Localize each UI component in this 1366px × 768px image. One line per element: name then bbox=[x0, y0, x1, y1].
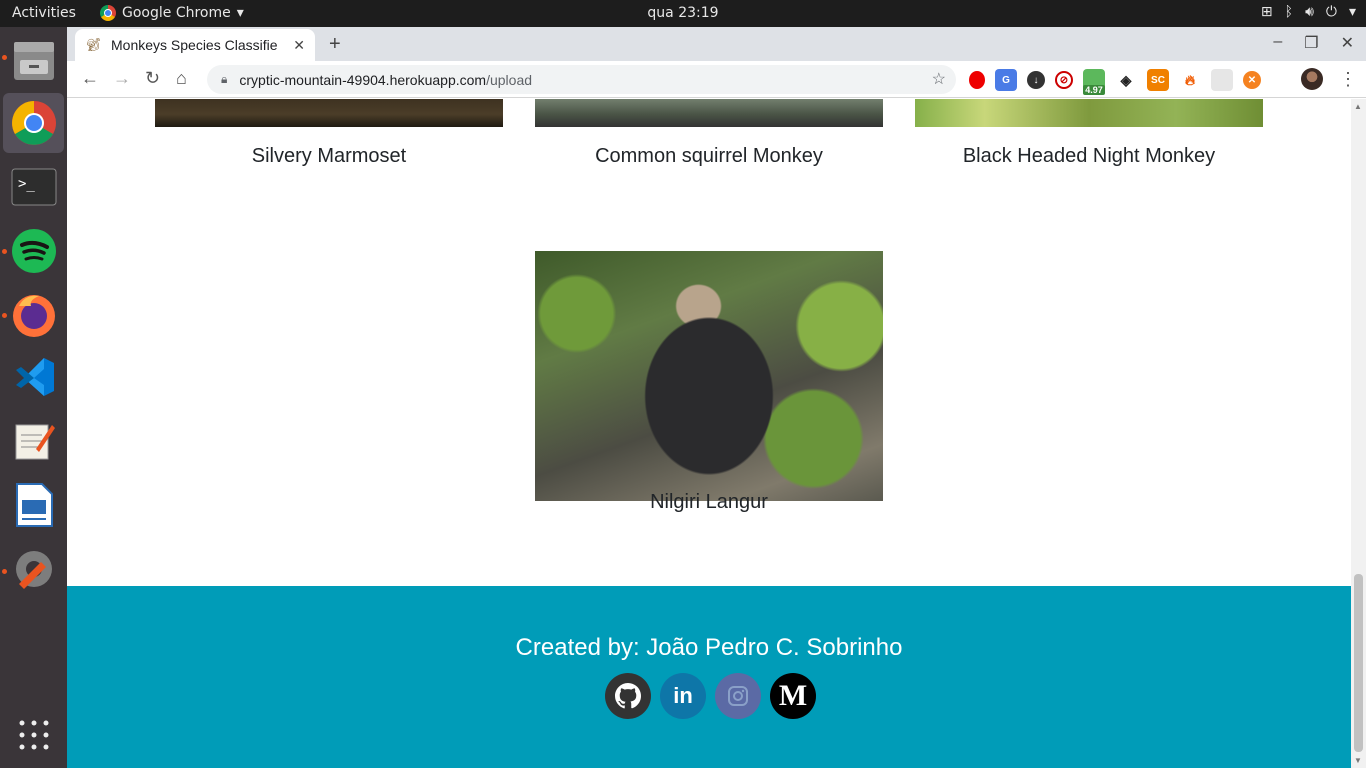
power-icon[interactable]: ⏻ bbox=[1326, 4, 1337, 20]
network-icon[interactable]: ⊞ bbox=[1261, 4, 1273, 20]
text-editor-icon[interactable] bbox=[3, 411, 64, 471]
files-icon[interactable] bbox=[3, 31, 64, 91]
reload-icon[interactable]: ↻ bbox=[145, 68, 160, 89]
scroll-up-icon[interactable]: ▲ bbox=[1354, 102, 1362, 111]
vscode-icon[interactable] bbox=[3, 347, 64, 407]
scrollbar-thumb[interactable] bbox=[1354, 574, 1363, 752]
tab-strip: 🐒︎ Monkeys Species Classifie ✕ + – ❐ ✕ bbox=[67, 27, 1366, 61]
svg-text:>_: >_ bbox=[18, 176, 35, 192]
translate-extension-icon[interactable]: G bbox=[995, 69, 1017, 91]
monkey-favicon-icon: 🐒︎ bbox=[85, 37, 102, 52]
github-icon[interactable] bbox=[605, 673, 651, 719]
card-label: Silvery Marmoset bbox=[251, 145, 407, 167]
orange-extension-icon[interactable]: ✕ bbox=[1243, 71, 1261, 89]
nilgiri-langur-image bbox=[535, 251, 883, 501]
forward-icon[interactable]: → bbox=[113, 68, 131, 89]
system-top-bar: Activities Google Chrome ▾ qua 23:19 ⊞ ᛒ… bbox=[0, 0, 1366, 27]
flame-extension-icon[interactable]: 🔥︎ bbox=[1179, 69, 1201, 91]
new-tab-button[interactable]: + bbox=[329, 33, 341, 56]
footer: Created by: João Pedro C. Sobrinho in M bbox=[67, 586, 1351, 768]
block-extension-icon[interactable]: ⊘ bbox=[1055, 71, 1073, 89]
blank-extension-icon[interactable] bbox=[1211, 69, 1233, 91]
url-host: cryptic-mountain-49904.herokuapp.com bbox=[239, 71, 487, 88]
browser-toolbar: ← → ↻ ⌂ 🔒︎ cryptic-mountain-49904.heroku… bbox=[67, 61, 1366, 98]
settings-icon[interactable] bbox=[3, 539, 64, 599]
footer-credit: Created by: João Pedro C. Sobrinho bbox=[515, 634, 903, 661]
black-headed-night-monkey-image bbox=[915, 99, 1263, 127]
download-extension-icon[interactable]: ↓ bbox=[1027, 71, 1045, 89]
extensions-bar: G ↓ ⊘ 4.97 ◈ SC 🔥︎ ✕ bbox=[969, 69, 1261, 95]
bookmark-star-icon[interactable]: ☆ bbox=[932, 69, 946, 89]
kebab-menu-icon[interactable]: ⋮ bbox=[1339, 69, 1357, 90]
sc-extension-icon[interactable]: SC bbox=[1147, 69, 1169, 91]
clock[interactable]: qua 23:19 bbox=[0, 5, 1366, 21]
opera-extension-icon[interactable] bbox=[969, 71, 985, 89]
card-label: Common squirrel Monkey bbox=[595, 145, 823, 167]
minimize-icon[interactable]: – bbox=[1273, 33, 1282, 53]
page-scrollbar[interactable]: ▲ ▼ bbox=[1351, 99, 1366, 768]
card-label: Nilgiri Langur bbox=[650, 491, 768, 513]
dock: >_ bbox=[0, 27, 67, 768]
chevron-down-icon[interactable]: ▾ bbox=[1349, 4, 1356, 20]
profile-avatar[interactable] bbox=[1301, 68, 1323, 90]
spotify-icon[interactable] bbox=[3, 221, 64, 281]
bluetooth-icon[interactable]: ᛒ bbox=[1285, 4, 1293, 20]
card-label: Black Headed Night Monkey bbox=[962, 145, 1216, 167]
window-controls: – ❐ ✕ bbox=[1273, 33, 1354, 53]
social-links: in M bbox=[605, 673, 816, 719]
browser-window: 🐒︎ Monkeys Species Classifie ✕ + – ❐ ✕ ←… bbox=[67, 27, 1366, 768]
common-squirrel-monkey-image bbox=[535, 99, 883, 127]
url-path: /upload bbox=[486, 71, 533, 88]
address-bar[interactable]: 🔒︎ cryptic-mountain-49904.herokuapp.com /… bbox=[207, 65, 956, 94]
lock-icon[interactable]: 🔒︎ bbox=[221, 72, 227, 87]
chrome-icon[interactable] bbox=[3, 93, 64, 153]
browser-tab[interactable]: 🐒︎ Monkeys Species Classifie ✕ bbox=[75, 29, 315, 61]
tab-title: Monkeys Species Classifie bbox=[111, 37, 278, 53]
volume-icon[interactable]: 🔊︎ bbox=[1305, 4, 1314, 20]
page-viewport: Silvery Marmoset Common squirrel Monkey … bbox=[67, 99, 1351, 768]
close-icon[interactable]: ✕ bbox=[293, 37, 305, 54]
extension-badge: 4.97 bbox=[1083, 85, 1105, 95]
close-window-icon[interactable]: ✕ bbox=[1341, 33, 1354, 53]
home-icon[interactable]: ⌂ bbox=[176, 68, 187, 89]
android-extension-icon[interactable]: 4.97 bbox=[1083, 69, 1105, 95]
silvery-marmoset-image bbox=[155, 99, 503, 127]
diamond-extension-icon[interactable]: ◈ bbox=[1115, 69, 1137, 91]
firefox-icon[interactable] bbox=[3, 285, 64, 345]
linkedin-icon[interactable]: in bbox=[660, 673, 706, 719]
back-icon[interactable]: ← bbox=[81, 68, 99, 89]
terminal-icon[interactable]: >_ bbox=[3, 157, 64, 217]
system-tray[interactable]: ⊞ ᛒ 🔊︎ ⏻ ▾ bbox=[1261, 4, 1356, 20]
instagram-icon[interactable] bbox=[715, 673, 761, 719]
restore-icon[interactable]: ❐ bbox=[1304, 33, 1318, 53]
show-applications-icon[interactable] bbox=[3, 705, 64, 765]
scroll-down-icon[interactable]: ▼ bbox=[1354, 756, 1362, 765]
medium-icon[interactable]: M bbox=[770, 673, 816, 719]
libreoffice-writer-icon[interactable] bbox=[3, 475, 64, 535]
